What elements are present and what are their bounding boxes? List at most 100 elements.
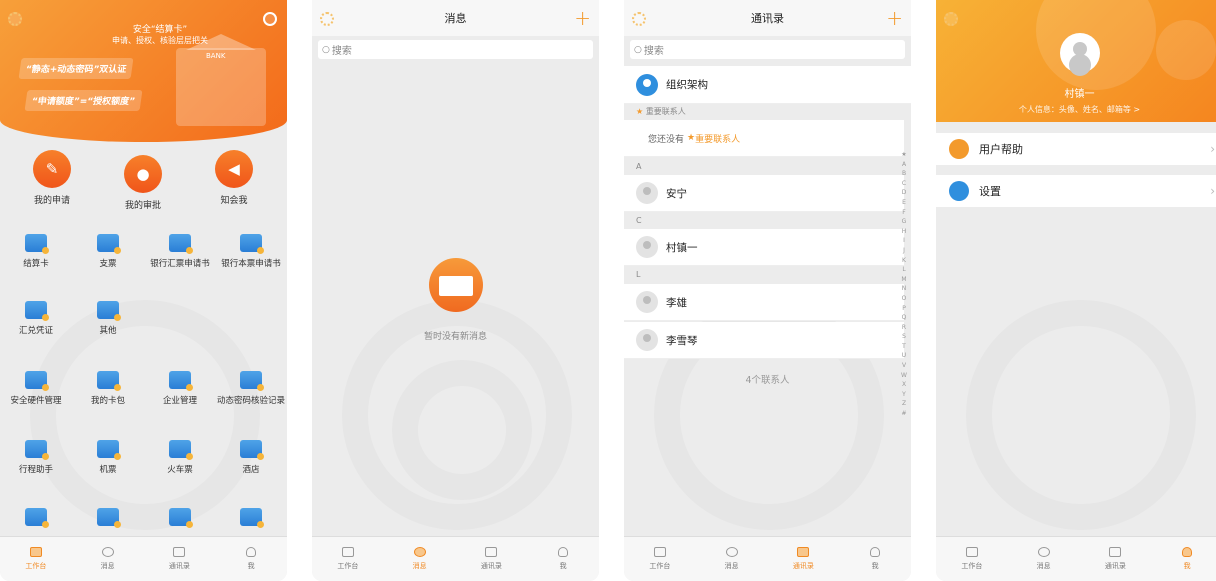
tab-label: 我 [1183, 562, 1191, 570]
records-icon [240, 371, 264, 391]
grid-item-security-hardware[interactable]: 安全硬件管理 [0, 371, 72, 406]
grid-item-partial-3[interactable] [144, 508, 216, 531]
note-icon [25, 508, 49, 528]
tab-me[interactable]: 我 [1151, 537, 1216, 581]
index-letter[interactable]: X [899, 380, 909, 390]
grid-item-remittance[interactable]: 汇兑凭证 [0, 301, 72, 336]
alphabet-index[interactable]: ★ A B C D E F G H I J K L M N O P Q R S T U V W X Y Z # [899, 150, 909, 419]
workbench-screen: 安全“结算卡” 申请、授权、核验层层把关 “静态+动态密码”双认证 “申请额度”… [0, 0, 287, 581]
tab-workbench[interactable]: 工作台 [936, 537, 1008, 581]
profile-subtitle[interactable]: 个人信息：头像、姓名、邮箱等 > [936, 104, 1216, 115]
grid-item-partial-2[interactable] [72, 508, 144, 531]
grid-item-bank-draft[interactable]: 银行汇票申请书 [144, 234, 216, 269]
index-letter[interactable]: E [899, 198, 909, 208]
tab-label: 通讯录 [168, 562, 190, 570]
index-letter[interactable]: U [899, 351, 909, 361]
chat-icon [101, 547, 114, 557]
index-letter[interactable]: F [899, 208, 909, 218]
star-icon: ★ [687, 133, 696, 143]
index-letter[interactable]: T [899, 342, 909, 352]
index-letter[interactable]: H [899, 227, 909, 237]
grid-item-flight[interactable]: 机票 [72, 440, 144, 475]
tab-me[interactable]: 我 [215, 537, 287, 581]
avatar[interactable] [1060, 33, 1100, 73]
grid-label: 火车票 [167, 465, 193, 475]
index-letter[interactable]: # [899, 409, 909, 419]
search-input[interactable]: ○ 搜索 [630, 40, 905, 59]
index-letter[interactable]: S [899, 332, 909, 342]
index-letter[interactable]: G [899, 217, 909, 227]
index-letter[interactable]: N [899, 284, 909, 294]
grid-item-hotel[interactable]: 酒店 [215, 440, 287, 475]
tab-workbench[interactable]: 工作台 [312, 537, 384, 581]
avatar [636, 291, 658, 313]
grid-item-otp-records[interactable]: 动态密码核验记录 [215, 371, 287, 406]
add-icon[interactable]: + [574, 6, 591, 30]
grid-item-partial-4[interactable] [215, 508, 287, 531]
tab-bar: 工作台 消息 通讯录 我 [0, 536, 287, 581]
index-letter[interactable]: R [899, 323, 909, 333]
grid-item-cashier-order[interactable]: 银行本票申请书 [215, 234, 287, 269]
org-structure-row[interactable]: 组织架构 [624, 66, 911, 104]
index-letter[interactable]: P [899, 304, 909, 314]
tab-contacts[interactable]: 通讯录 [1080, 537, 1152, 581]
contact-row[interactable]: 李雄 [624, 284, 904, 321]
index-letter[interactable]: Q [899, 313, 909, 323]
index-letter[interactable]: D [899, 188, 909, 198]
index-letter[interactable]: C [899, 179, 909, 189]
tab-me[interactable]: 我 [839, 537, 911, 581]
index-letter[interactable]: W [899, 371, 909, 381]
grid-item-other[interactable]: 其他 [72, 301, 144, 336]
my-applications-button[interactable]: ✎ 我的申请 [12, 150, 92, 206]
add-contact-icon[interactable]: + [886, 6, 903, 30]
index-letter[interactable]: A [899, 160, 909, 170]
tab-workbench[interactable]: 工作台 [624, 537, 696, 581]
contact-row[interactable]: 村镇一 [624, 229, 904, 266]
workbench-banner[interactable]: 安全“结算卡” 申请、授权、核验层层把关 “静态+动态密码”双认证 “申请额度”… [0, 0, 287, 142]
tab-workbench[interactable]: 工作台 [0, 537, 72, 581]
tab-label: 我 [871, 562, 879, 570]
settings-row[interactable]: 设置 › [936, 175, 1216, 207]
index-letter[interactable]: L [899, 265, 909, 275]
index-letter[interactable]: ★ [899, 150, 909, 160]
tab-messages[interactable]: 消息 [696, 537, 768, 581]
grid-item-cheque[interactable]: 支票 [72, 234, 144, 269]
index-letter[interactable]: I [899, 236, 909, 246]
index-letter[interactable]: B [899, 169, 909, 179]
my-approvals-button[interactable]: ● 我的审批 [103, 155, 183, 211]
index-letter[interactable]: M [899, 275, 909, 285]
search-icon: ○ [322, 44, 330, 55]
grid-item-trip-assistant[interactable]: 行程助手 [0, 440, 72, 475]
grid-item-partial-1[interactable] [0, 508, 72, 531]
index-letter[interactable]: Z [899, 399, 909, 409]
tab-contacts[interactable]: 通讯录 [456, 537, 528, 581]
index-letter[interactable]: J [899, 246, 909, 256]
tab-messages[interactable]: 消息 [384, 537, 456, 581]
user-help-row[interactable]: 用户帮助 › [936, 133, 1216, 165]
important-contacts-link[interactable]: 重要联系人 [695, 132, 740, 145]
profile-header[interactable]: 村镇一 个人信息：头像、姓名、邮箱等 > [936, 0, 1216, 122]
settings-icon[interactable] [263, 12, 277, 26]
contact-row[interactable]: 李雪琴 [624, 322, 904, 359]
index-letter[interactable]: V [899, 361, 909, 371]
index-letter[interactable]: O [899, 294, 909, 304]
tab-contacts[interactable]: 通讯录 [144, 537, 216, 581]
grid-item-enterprise[interactable]: 企业管理 [144, 371, 216, 406]
index-letter[interactable]: K [899, 256, 909, 266]
index-letter[interactable]: Y [899, 390, 909, 400]
contact-row[interactable]: 安宁 [624, 175, 904, 212]
grid-item-card-wallet[interactable]: 我的卡包 [72, 371, 144, 406]
tab-messages[interactable]: 消息 [72, 537, 144, 581]
tab-me[interactable]: 我 [527, 537, 599, 581]
grid-item-train[interactable]: 火车票 [144, 440, 216, 475]
search-input[interactable]: ○ 搜索 [318, 40, 593, 59]
user-icon [1182, 547, 1193, 557]
tab-messages[interactable]: 消息 [1008, 537, 1080, 581]
chart-icon [965, 547, 978, 557]
bank-illustration: BANK [176, 34, 266, 126]
grid-item-settlement-card[interactable]: 结算卡 [0, 234, 72, 269]
notify-me-button[interactable]: ◀ 知会我 [194, 150, 274, 206]
tab-contacts[interactable]: 通讯录 [768, 537, 840, 581]
search-placeholder: 搜索 [643, 46, 664, 57]
draft-icon [169, 234, 193, 254]
